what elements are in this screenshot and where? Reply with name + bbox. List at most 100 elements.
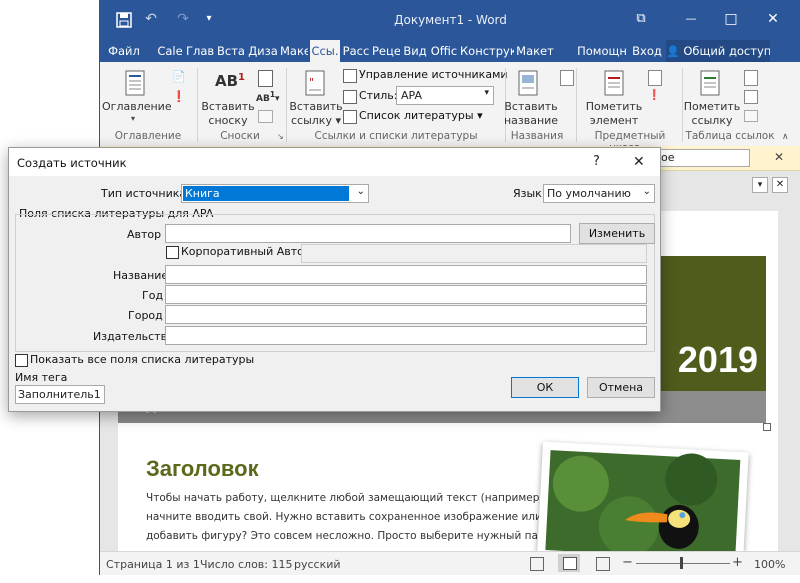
zoom-level[interactable]: 100% xyxy=(754,558,785,571)
word-count[interactable]: Число слов: 115 xyxy=(200,558,293,571)
tag-name-label: Имя тега xyxy=(15,371,68,384)
tab-calendar[interactable]: Cale xyxy=(156,40,184,62)
manage-sources-button[interactable]: Управление источниками xyxy=(359,68,508,81)
group-divider xyxy=(286,68,287,142)
caption-extra-icon[interactable] xyxy=(560,70,574,86)
help-button[interactable]: ? xyxy=(593,154,600,169)
notification-field[interactable]: ое xyxy=(658,149,750,167)
document-heading: Заголовок xyxy=(146,456,259,481)
cancel-button[interactable]: Отмена xyxy=(587,377,655,398)
insert-caption-button[interactable]: Вставить название xyxy=(502,100,560,128)
status-bar: Страница 1 из 1 Число слов: 115 русский … xyxy=(100,551,800,575)
tab-review[interactable]: Реце xyxy=(372,40,400,62)
dialog-close-icon[interactable]: ✕ xyxy=(633,154,645,170)
dialog-launcher-icon[interactable]: ↘ xyxy=(277,132,284,141)
mark-entry-button[interactable]: Пометить элемент xyxy=(584,100,644,128)
insert-footnote-button[interactable]: Вставить сноску xyxy=(200,100,256,128)
update-index-icon[interactable]: ❗ xyxy=(648,90,660,101)
toa-extra-icon[interactable] xyxy=(744,70,758,86)
edit-author-button[interactable]: Изменить xyxy=(579,223,655,244)
toucan-photo[interactable] xyxy=(537,441,749,563)
web-layout-icon[interactable] xyxy=(596,557,610,571)
show-all-fields-label: Показать все поля списка литературы xyxy=(30,353,255,366)
captions-group-label: Названия xyxy=(510,130,564,142)
collapse-ribbon-icon[interactable]: ∧ xyxy=(782,132,789,142)
tab-layout[interactable]: Маке xyxy=(280,40,308,62)
group-divider xyxy=(197,68,198,142)
tab-table-layout[interactable]: Макет xyxy=(516,40,554,62)
toa-group-label: Таблица ссылок xyxy=(685,130,775,142)
tag-name-input[interactable]: Заполнитель1 xyxy=(15,385,105,404)
ribbon-options-icon[interactable]: ⧉ xyxy=(630,8,652,30)
pane-dropdown-icon[interactable]: ▾ xyxy=(752,177,768,193)
tab-references[interactable]: Ссы. xyxy=(310,40,340,62)
tag-name-value: Заполнитель1 xyxy=(18,388,101,401)
tab-design[interactable]: Диза xyxy=(248,40,278,62)
insert-caption-icon xyxy=(518,70,540,96)
pane-close-icon[interactable]: ✕ xyxy=(772,177,788,193)
tab-home[interactable]: Глав xyxy=(186,40,214,62)
tab-mailings[interactable]: Расс xyxy=(342,40,370,62)
notification-close-icon[interactable]: ✕ xyxy=(774,150,784,164)
language-indicator[interactable]: русский xyxy=(294,558,341,571)
city-label: Город xyxy=(128,309,163,322)
zoom-in-button[interactable]: + xyxy=(732,555,743,570)
language-dropdown[interactable]: По умолчанию ⌄ xyxy=(543,184,655,203)
resize-handle[interactable] xyxy=(763,423,771,431)
create-source-dialog: Создать источник ? ✕ Тип источника Книга… xyxy=(8,147,661,412)
share-button[interactable]: 👤 Общий доступ xyxy=(666,40,770,62)
mark-citation-button[interactable]: Пометить ссылку xyxy=(682,100,742,128)
ok-button[interactable]: ОК xyxy=(511,377,579,398)
toa-more-icon[interactable] xyxy=(744,110,758,122)
tab-insert[interactable]: Вста xyxy=(216,40,246,62)
city-input[interactable] xyxy=(165,305,647,324)
read-mode-icon[interactable] xyxy=(530,557,544,571)
tab-view[interactable]: Вид xyxy=(402,40,428,62)
endnote-icon[interactable] xyxy=(258,70,273,87)
chevron-down-icon: ▾ xyxy=(131,114,136,123)
page-count[interactable]: Страница 1 из 1 xyxy=(106,558,200,571)
corporate-author-input xyxy=(301,244,647,263)
next-footnote-icon[interactable]: AB1▾ xyxy=(256,90,280,104)
toc-button[interactable]: Оглавление xyxy=(102,100,172,114)
svg-text:": " xyxy=(309,76,314,89)
citations-group-label: Ссылки и списки литературы xyxy=(314,130,478,142)
tab-file[interactable]: Файл xyxy=(106,40,142,62)
tab-office[interactable]: Offic xyxy=(430,40,458,62)
source-type-label: Тип источника xyxy=(101,187,187,200)
language-label: Язык xyxy=(513,187,542,200)
update-toa-icon[interactable] xyxy=(744,90,758,104)
toc-group-label: Оглавление xyxy=(114,130,182,142)
author-label: Автор xyxy=(127,228,162,241)
user-icon: 👤 xyxy=(666,45,680,58)
update-table-icon[interactable]: ❗ xyxy=(172,90,186,104)
title-input[interactable] xyxy=(165,265,647,284)
show-notes-icon[interactable] xyxy=(258,110,273,123)
sign-in-link[interactable]: Вход xyxy=(632,40,662,62)
minimize-button[interactable]: — xyxy=(680,8,702,30)
add-text-icon[interactable]: 📄 xyxy=(172,70,186,84)
bibliography-button[interactable]: Список литературы ▾ xyxy=(359,109,483,122)
print-layout-icon[interactable] xyxy=(558,554,580,572)
title-label: Название xyxy=(113,269,169,282)
zoom-slider-thumb[interactable] xyxy=(680,557,683,569)
style-dropdown[interactable]: APA ▾ xyxy=(396,86,494,105)
year-input[interactable] xyxy=(165,285,647,304)
manage-sources-icon xyxy=(343,69,357,83)
mark-citation-icon xyxy=(700,70,722,96)
tab-constructor[interactable]: Конструк xyxy=(460,40,514,62)
bibliography-icon xyxy=(343,110,357,124)
close-button[interactable]: ✕ xyxy=(762,8,784,30)
author-input[interactable] xyxy=(165,224,571,243)
zoom-slider[interactable] xyxy=(636,563,730,564)
maximize-button[interactable]: □ xyxy=(720,8,742,30)
corporate-author-checkbox[interactable] xyxy=(166,246,179,259)
footnotes-group-label: Сноски xyxy=(220,130,260,142)
zoom-out-button[interactable]: − xyxy=(622,555,633,570)
index-extra-icon[interactable] xyxy=(648,70,662,86)
show-all-fields-checkbox[interactable] xyxy=(15,354,28,367)
insert-citation-button[interactable]: Вставить ссылку ▾ xyxy=(288,100,344,128)
publisher-input[interactable] xyxy=(165,326,647,345)
source-type-dropdown[interactable]: Книга ⌄ xyxy=(181,184,369,203)
tell-me-box[interactable]: Помощн xyxy=(576,40,628,62)
